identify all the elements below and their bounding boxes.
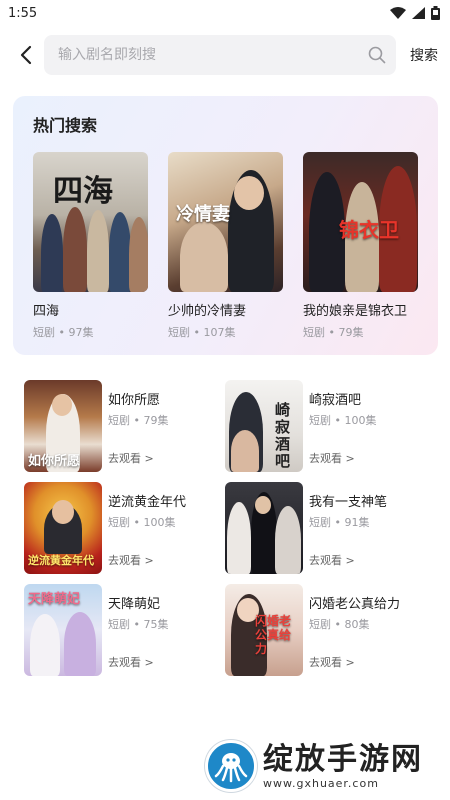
drama-title: 四海 (33, 304, 60, 319)
watermark-text: 绽放手游网 www.gxhuaer.com (263, 741, 423, 790)
hot-search-title: 热门搜索 (33, 116, 98, 135)
drama-meta: 短剧 • 75集 (108, 618, 169, 631)
drama-cover[interactable]: 锦衣卫 (303, 152, 418, 292)
status-icons (390, 6, 440, 20)
drama-cover[interactable]: 如你所愿 (24, 380, 102, 472)
drama-cover[interactable]: 冷情妻 (168, 152, 283, 292)
drama-info: 我有一支神笔 短剧 • 91集 去观看 > (309, 482, 387, 574)
search-header: 搜索 (0, 30, 450, 80)
drama-meta: 短剧 • 97集 (33, 326, 94, 339)
drama-info: 如你所愿 短剧 • 79集 去观看 > (108, 380, 168, 472)
drama-title: 天降萌妃 (108, 597, 161, 612)
drama-cover[interactable]: 天降萌妃 (24, 584, 102, 676)
list-item[interactable]: 逆流黄金年代 逆流黄金年代 短剧 • 100集 去观看 > (24, 482, 225, 574)
watermark: 绽放手游网 www.gxhuaer.com (205, 740, 423, 792)
drama-meta: 短剧 • 100集 (309, 414, 377, 427)
battery-icon (431, 6, 440, 20)
drama-title: 我有一支神笔 (309, 495, 388, 510)
drama-cover[interactable]: 四海 (33, 152, 148, 292)
drama-info: 闪婚老公真给力 短剧 • 80集 去观看 > (309, 584, 400, 676)
drama-title: 逆流黄金年代 (108, 495, 187, 510)
drama-title: 如你所愿 (108, 393, 161, 408)
hot-item[interactable]: 四海 四海 短剧 • 97集 (33, 152, 148, 340)
drama-info: 天降萌妃 短剧 • 75集 去观看 > (108, 584, 168, 676)
hot-item[interactable]: 冷情妻 少帅的冷情妻 短剧 • 107集 (168, 152, 283, 340)
list-item[interactable]: 天降萌妃 天降萌妃 短剧 • 75集 去观看 > (24, 584, 225, 676)
list-item[interactable]: 如你所愿 如你所愿 短剧 • 79集 去观看 > (24, 380, 225, 472)
drama-title: 我的娘亲是锦衣卫 (303, 304, 408, 319)
search-button[interactable]: 搜索 (410, 45, 438, 65)
drama-meta: 短剧 • 91集 (309, 516, 370, 529)
drama-meta: 短剧 • 100集 (108, 516, 176, 529)
drama-meta: 短剧 • 79集 (108, 414, 169, 427)
search-box[interactable] (44, 35, 396, 75)
drama-title: 少帅的冷情妻 (168, 304, 247, 319)
back-arrow-icon (20, 45, 32, 65)
status-time: 1:55 (8, 5, 38, 21)
drama-cover[interactable] (225, 482, 303, 574)
drama-info: 逆流黄金年代 短剧 • 100集 去观看 > (108, 482, 186, 574)
drama-meta: 短剧 • 107集 (168, 326, 236, 339)
watch-link[interactable]: 去观看 > (309, 552, 387, 568)
watch-link[interactable]: 去观看 > (108, 450, 168, 466)
drama-meta: 短剧 • 80集 (309, 618, 370, 631)
status-bar: 1:55 (0, 0, 450, 26)
drama-title: 崎寂酒吧 (309, 393, 362, 408)
list-item[interactable]: 我有一支神笔 短剧 • 91集 去观看 > (225, 482, 426, 574)
hot-search-card: 热门搜索 四海 四海 短剧 • 97集 冷情妻 少帅的冷情妻 短剧 • 107集 (13, 96, 438, 355)
watch-link[interactable]: 去观看 > (309, 450, 376, 466)
search-input[interactable] (58, 47, 368, 63)
drama-info: 崎寂酒吧 短剧 • 100集 去观看 > (309, 380, 376, 472)
drama-title: 闪婚老公真给力 (309, 597, 401, 612)
drama-cover[interactable]: 闪婚老公真给力 (225, 584, 303, 676)
back-button[interactable] (14, 43, 38, 67)
watch-link[interactable]: 去观看 > (108, 552, 186, 568)
search-icon[interactable] (368, 46, 386, 64)
hot-item[interactable]: 锦衣卫 我的娘亲是锦衣卫 短剧 • 79集 (303, 152, 418, 340)
drama-meta: 短剧 • 79集 (303, 326, 364, 339)
hot-search-list: 四海 四海 短剧 • 97集 冷情妻 少帅的冷情妻 短剧 • 107集 锦衣卫 … (33, 152, 418, 340)
list-item[interactable]: 崎寂酒吧 崎寂酒吧 短剧 • 100集 去观看 > (225, 380, 426, 472)
list-item[interactable]: 闪婚老公真给力 闪婚老公真给力 短剧 • 80集 去观看 > (225, 584, 426, 676)
watermark-title: 绽放手游网 (263, 741, 423, 777)
drama-grid: 如你所愿 如你所愿 短剧 • 79集 去观看 > 崎寂酒吧 崎寂酒吧 短剧 • … (24, 380, 426, 676)
octopus-logo-icon (205, 740, 257, 792)
watermark-url: www.gxhuaer.com (263, 776, 379, 790)
signal-icon (412, 7, 425, 19)
drama-cover[interactable]: 崎寂酒吧 (225, 380, 303, 472)
drama-cover[interactable]: 逆流黄金年代 (24, 482, 102, 574)
wifi-icon (390, 7, 406, 19)
watch-link[interactable]: 去观看 > (309, 654, 400, 670)
watch-link[interactable]: 去观看 > (108, 654, 168, 670)
